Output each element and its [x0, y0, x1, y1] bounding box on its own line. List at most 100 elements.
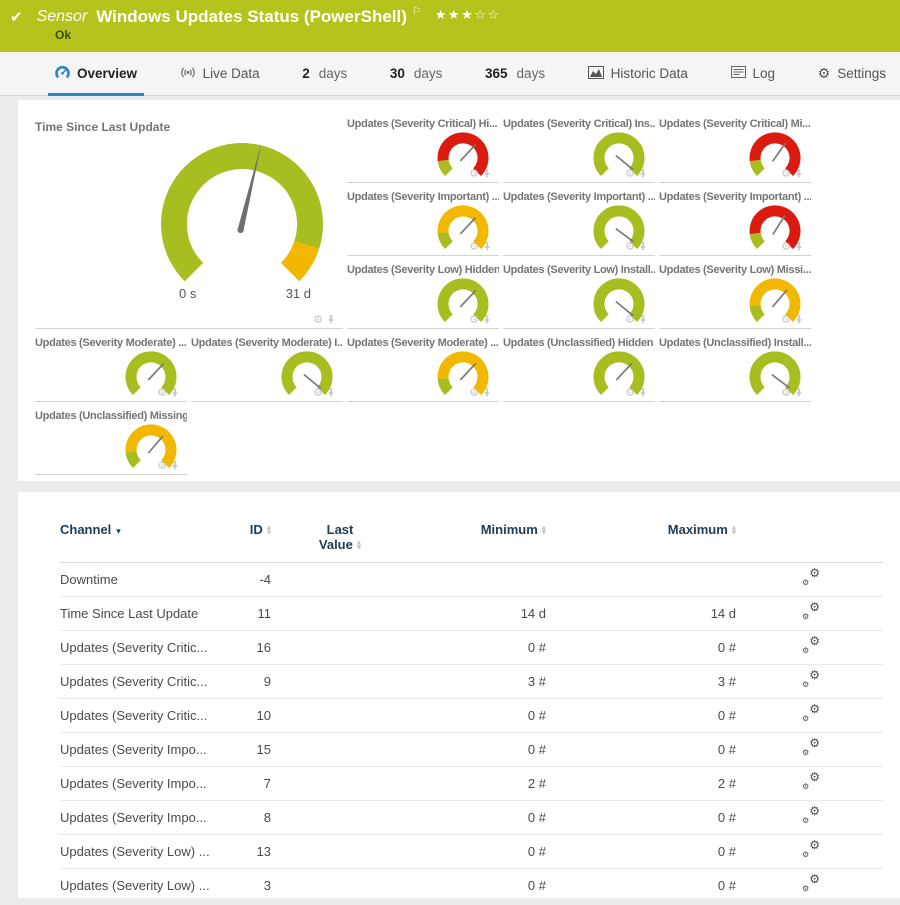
priority-stars[interactable]: ★★★☆☆	[435, 8, 501, 23]
tab-bar: Overview Live Data 2days 30days 365 days Histo…	[0, 52, 900, 96]
gear-icon[interactable]: ⚙	[625, 387, 635, 398]
tab-label: days	[517, 66, 546, 81]
cell-last-value	[285, 631, 395, 665]
pin-icon[interactable]	[795, 314, 803, 325]
gear-icon[interactable]: ⚙	[157, 460, 167, 471]
tab-label: Live Data	[203, 66, 260, 81]
pin-icon[interactable]	[639, 387, 647, 398]
cell-channel: Updates (Severity Low) ...	[60, 869, 245, 899]
sort-icon: ▲▼	[542, 526, 546, 535]
tab-live-data[interactable]: Live Data	[180, 52, 260, 95]
edit-channel-icon[interactable]: ⚙⚙	[802, 604, 820, 620]
gear-icon[interactable]: ⚙	[781, 387, 791, 398]
tab-historic-data[interactable]: Historic Data	[588, 52, 688, 95]
edit-channel-icon[interactable]: ⚙⚙	[802, 638, 820, 654]
pin-icon[interactable]	[483, 387, 491, 398]
tab-log[interactable]: Log	[731, 52, 776, 95]
gauge-title: Updates (Unclassified) Missing	[35, 402, 187, 422]
pin-icon[interactable]	[795, 241, 803, 252]
gauge-cell: Updates (Severity Important) ...⚙	[347, 183, 499, 256]
table-row[interactable]: Updates (Severity Critic...100 #0 #⚙⚙	[60, 699, 883, 733]
edit-channel-icon[interactable]: ⚙⚙	[802, 740, 820, 756]
cell-minimum	[395, 563, 560, 597]
gauge-title: Updates (Severity Important) ...	[659, 183, 811, 203]
gear-icon[interactable]: ⚙	[313, 314, 323, 325]
pin-icon[interactable]	[639, 168, 647, 179]
gauge-title: Updates (Severity Critical) Ins...	[503, 110, 655, 130]
edit-channel-icon[interactable]: ⚙⚙	[802, 774, 820, 790]
tab-num: 365	[485, 66, 508, 81]
gauge-title: Updates (Unclassified) Hidden	[503, 329, 655, 349]
column-header-last-value[interactable]: Last Value▲▼	[285, 518, 395, 563]
channels-table-panel: Channel▾ ID▲▼ Last Value▲▼ Minimum▲▼ Max…	[18, 492, 900, 898]
tab-days-365[interactable]: 365 days	[485, 52, 545, 95]
gear-icon[interactable]: ⚙	[781, 314, 791, 325]
tab-days-30[interactable]: 30days	[390, 52, 443, 95]
edit-channel-icon[interactable]: ⚙⚙	[802, 706, 820, 722]
edit-channel-icon[interactable]: ⚙⚙	[802, 842, 820, 858]
table-row[interactable]: Updates (Severity Low) ...130 #0 #⚙⚙	[60, 835, 883, 869]
table-row[interactable]: Updates (Severity Low) ...30 #0 #⚙⚙	[60, 869, 883, 899]
cell-channel: Updates (Severity Low) ...	[60, 835, 245, 869]
pin-icon[interactable]	[639, 241, 647, 252]
gear-icon[interactable]: ⚙	[469, 314, 479, 325]
pin-icon[interactable]	[327, 314, 335, 325]
gear-icon[interactable]: ⚙	[625, 168, 635, 179]
gauge-cell: Updates (Severity Moderate) ...⚙	[347, 329, 499, 402]
column-header-minimum[interactable]: Minimum▲▼	[395, 518, 560, 563]
edit-channel-icon[interactable]: ⚙⚙	[802, 570, 820, 586]
pin-icon[interactable]	[483, 314, 491, 325]
gear-icon[interactable]: ⚙	[625, 314, 635, 325]
cell-id: 15	[245, 733, 285, 767]
column-header-channel[interactable]: Channel▾	[60, 518, 245, 563]
pin-icon[interactable]	[639, 314, 647, 325]
table-row[interactable]: Updates (Severity Impo...72 #2 #⚙⚙	[60, 767, 883, 801]
table-row[interactable]: Downtime-4⚙⚙	[60, 563, 883, 597]
pin-icon[interactable]	[483, 241, 491, 252]
main-gauge-title: Time Since Last Update	[35, 110, 343, 134]
gear-icon[interactable]: ⚙	[313, 387, 323, 398]
gear-icon[interactable]: ⚙	[781, 241, 791, 252]
pin-icon[interactable]	[327, 387, 335, 398]
edit-channel-icon[interactable]: ⚙⚙	[802, 672, 820, 688]
table-row[interactable]: Time Since Last Update1114 d14 d⚙⚙	[60, 597, 883, 631]
cell-maximum: 0 #	[560, 801, 750, 835]
column-header-id[interactable]: ID▲▼	[245, 518, 285, 563]
gear-icon[interactable]: ⚙	[469, 387, 479, 398]
gear-icon[interactable]: ⚙	[469, 168, 479, 179]
pin-icon[interactable]	[795, 387, 803, 398]
sort-icon: ▲▼	[732, 526, 736, 535]
tab-label: days	[319, 66, 348, 81]
cell-minimum: 0 #	[395, 699, 560, 733]
pin-icon[interactable]	[171, 387, 179, 398]
table-row[interactable]: Updates (Severity Impo...150 #0 #⚙⚙	[60, 733, 883, 767]
table-row[interactable]: Updates (Severity Critic...160 #0 #⚙⚙	[60, 631, 883, 665]
tab-overview[interactable]: Overview	[55, 52, 137, 95]
table-row[interactable]: Updates (Severity Critic...93 #3 #⚙⚙	[60, 665, 883, 699]
gauges-panel: Time Since Last Update 0 s 31 d ⚙ Update…	[18, 100, 900, 481]
gear-icon[interactable]: ⚙	[625, 241, 635, 252]
cell-minimum: 0 #	[395, 733, 560, 767]
cell-minimum: 0 #	[395, 631, 560, 665]
gauge-cell: Updates (Unclassified) Install... ⚙	[659, 329, 811, 402]
cell-id: -4	[245, 563, 285, 597]
gauge-cell: Updates (Severity Important) ...⚙	[503, 183, 655, 256]
pin-icon[interactable]	[171, 460, 179, 471]
tab-label: Log	[753, 66, 776, 81]
edit-channel-icon[interactable]: ⚙⚙	[802, 808, 820, 824]
tab-label: Settings	[837, 66, 886, 81]
gauge-title: Updates (Unclassified) Install...	[659, 329, 811, 349]
column-header-maximum[interactable]: Maximum▲▼	[560, 518, 750, 563]
gear-icon[interactable]: ⚙	[469, 241, 479, 252]
gear-icon[interactable]: ⚙	[781, 168, 791, 179]
pin-icon[interactable]	[795, 168, 803, 179]
gear-icon[interactable]: ⚙	[157, 387, 167, 398]
pin-icon[interactable]	[483, 168, 491, 179]
tab-settings[interactable]: ⚙Settings	[818, 52, 886, 95]
main-gauge-max-label: 31 d	[286, 286, 311, 301]
main-gauge-min-label: 0 s	[179, 286, 196, 301]
edit-channel-icon[interactable]: ⚙⚙	[802, 876, 820, 892]
cell-id: 10	[245, 699, 285, 733]
tab-days-2[interactable]: 2days	[302, 52, 347, 95]
table-row[interactable]: Updates (Severity Impo...80 #0 #⚙⚙	[60, 801, 883, 835]
